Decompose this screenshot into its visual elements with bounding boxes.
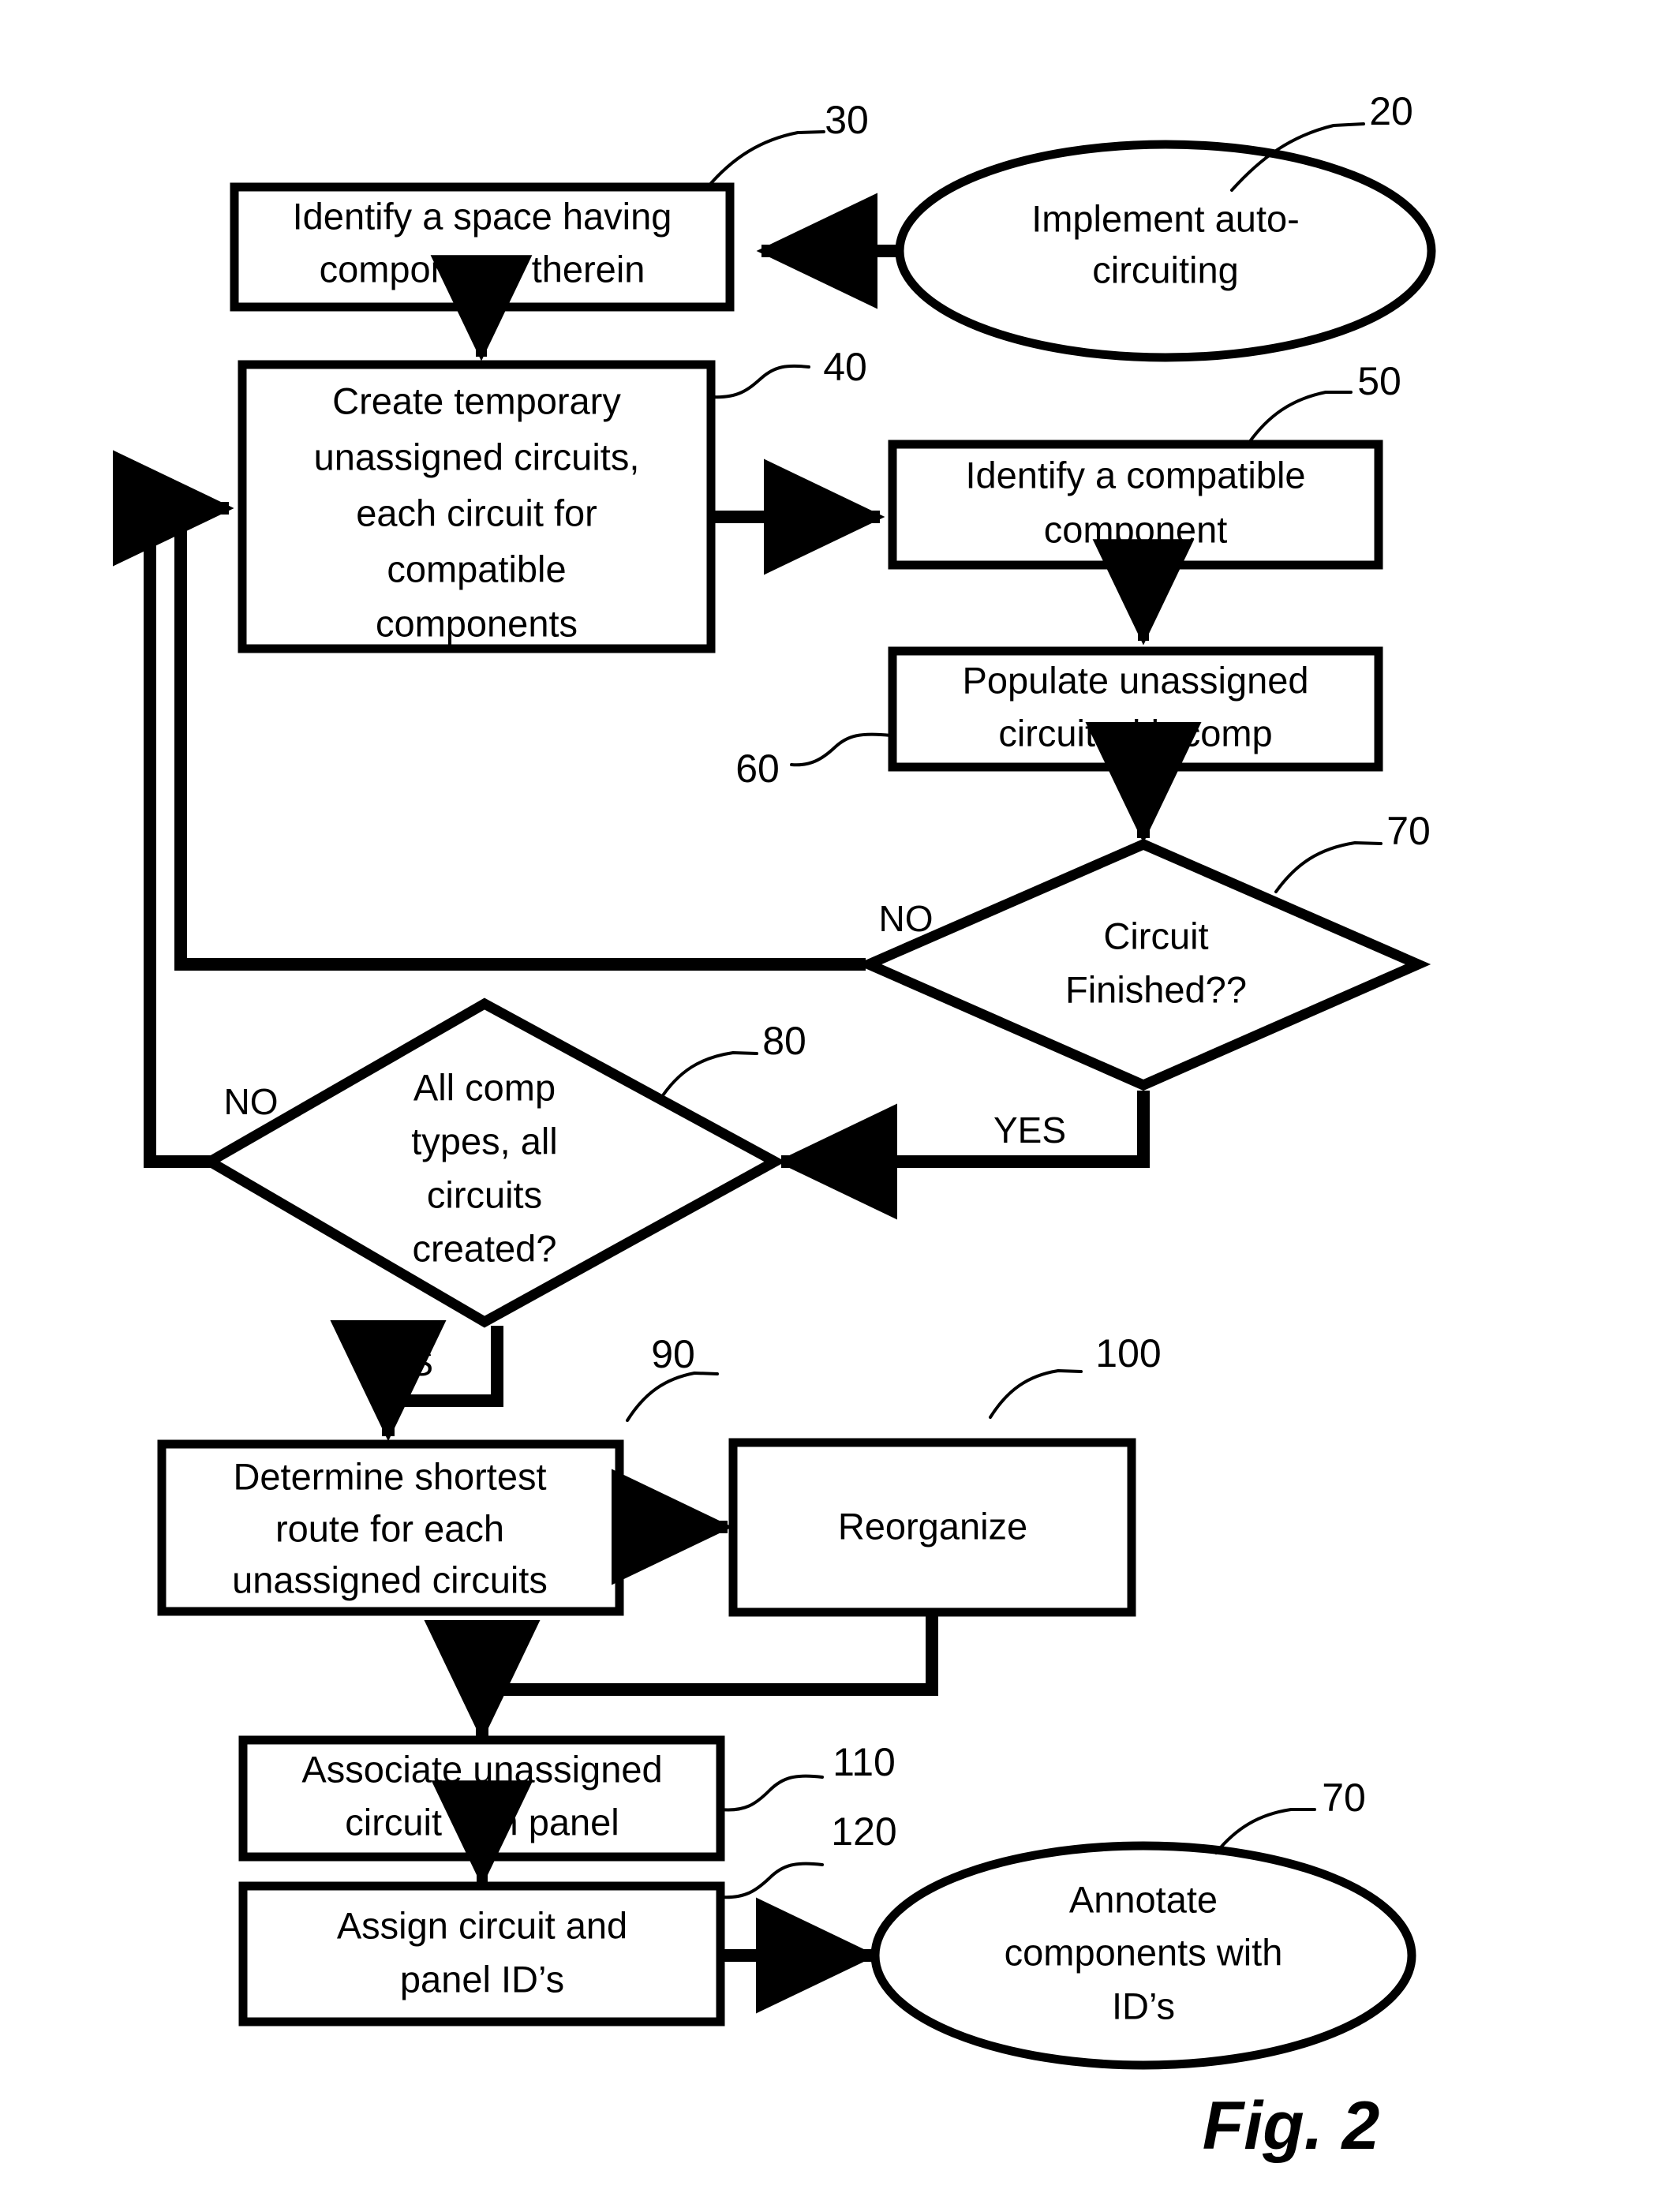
diamond-all-created: [200, 997, 786, 1328]
figure-canvas: Implement auto- circuiting Identify a sp…: [0, 0, 1680, 2208]
node-shortest-route-line-2: route for each: [275, 1507, 504, 1549]
node-create-line-4: compatible: [387, 548, 566, 589]
node-all-created-line-1: All comp: [413, 1066, 556, 1108]
node-create-line-5: components: [376, 602, 578, 644]
node-reorganize-label: Reorganize: [838, 1505, 1027, 1547]
ref-label-110: 110: [833, 1740, 896, 1784]
leader-line-ref-80: [658, 1050, 758, 1102]
node-identify-component-line-1: Identify a compatible: [965, 454, 1305, 496]
node-all-created-line-4: created?: [413, 1227, 557, 1269]
node-identify-component[interactable]: Identify a compatible component: [888, 440, 1383, 570]
node-all-created-line-3: circuits: [427, 1173, 542, 1215]
leader-line-ref-100: [989, 1368, 1083, 1419]
node-annotate-components[interactable]: Annotate components with ID’s: [870, 1841, 1416, 2070]
branch-label-circuit-finished-no: NO: [879, 898, 934, 939]
node-create-line-2: unassigned circuits,: [314, 436, 640, 477]
node-assign-ids[interactable]: Assign circuit and panel ID’s: [238, 1881, 725, 2026]
diamond-circuit-finished: [855, 838, 1431, 1091]
leader-line-ref-110: [719, 1774, 824, 1812]
node-all-created[interactable]: All comp types, all circuits created?: [200, 997, 786, 1328]
node-assign-ids-line-1: Assign circuit and: [337, 1904, 627, 1946]
edge-circuit-finished-yes-to-all-created: [776, 1091, 1150, 1220]
node-implement-auto-circuiting[interactable]: Implement auto- circuiting: [895, 140, 1436, 362]
node-populate-circuit[interactable]: Populate unassigned circuit with comp: [888, 646, 1383, 772]
leader-line-ref-90: [626, 1371, 719, 1422]
node-populate-line-2: circuit with comp: [998, 712, 1272, 754]
node-create-line-1: Create temporary: [332, 380, 621, 421]
branch-label-all-created-no: NO: [224, 1081, 279, 1122]
leader-line-ref-40: [709, 364, 810, 399]
leader-line-ref-30: [705, 130, 825, 189]
ref-label-60: 60: [735, 747, 780, 791]
node-circuit-finished[interactable]: Circuit Finished??: [855, 838, 1431, 1091]
node-identify-space[interactable]: Identify a space having components there…: [230, 182, 735, 312]
leader-line-ref-50: [1247, 391, 1353, 445]
branch-label-all-created-yes: YES: [361, 1342, 433, 1383]
node-assign-ids-line-2: panel ID’s: [400, 1958, 564, 2000]
leader-line-ref-70-decision: [1274, 840, 1383, 893]
leader-line-ref-60: [790, 732, 892, 767]
node-create-temp-circuits[interactable]: Create temporary unassigned circuits, ea…: [238, 360, 716, 653]
ref-label-70-decision: 70: [1386, 809, 1431, 853]
node-create-line-3: each circuit for: [356, 492, 597, 533]
ref-label-30: 30: [825, 98, 869, 142]
node-identify-space-line-1: Identify a space having: [293, 195, 672, 237]
node-shortest-route-line-1: Determine shortest: [233, 1455, 546, 1497]
ref-label-50: 50: [1357, 359, 1401, 403]
ref-label-40: 40: [823, 345, 867, 389]
node-associate-line-2: circuit with panel: [345, 1801, 619, 1843]
node-associate-line-1: Associate unassigned: [301, 1748, 662, 1790]
ref-label-100: 100: [1095, 1331, 1161, 1375]
node-reorganize[interactable]: Reorganize: [728, 1438, 1136, 1617]
leader-line-ref-120: [719, 1862, 824, 1899]
edge-all-created-no-loop: [112, 450, 234, 1168]
branch-label-circuit-finished-yes: YES: [993, 1110, 1066, 1151]
ref-label-120: 120: [831, 1809, 896, 1854]
leader-line-ref-70-end: [1214, 1808, 1316, 1854]
node-shortest-route[interactable]: Determine shortest route for each unassi…: [157, 1439, 624, 1616]
node-circuit-finished-line-1: Circuit: [1103, 915, 1208, 956]
node-circuit-finished-line-2: Finished??: [1065, 968, 1247, 1010]
node-populate-line-1: Populate unassigned: [962, 659, 1308, 701]
flowchart-svg: Implement auto- circuiting Identify a sp…: [112, 89, 1436, 2164]
node-identify-component-line-2: component: [1044, 508, 1228, 550]
node-implement-line-1: Implement auto-: [1031, 197, 1300, 239]
node-shortest-route-line-3: unassigned circuits: [232, 1559, 548, 1600]
node-associate-panel[interactable]: Associate unassigned circuit with panel: [238, 1735, 725, 1862]
node-annotate-line-3: ID’s: [1112, 1985, 1175, 2026]
node-annotate-line-2: components with: [1005, 1931, 1283, 1973]
figure-caption: Fig. 2: [1203, 2088, 1380, 2164]
ref-label-90: 90: [651, 1332, 695, 1376]
ref-label-80: 80: [762, 1019, 806, 1063]
edge-reorganize-to-associate: [424, 1610, 938, 1742]
node-annotate-line-1: Annotate: [1069, 1878, 1218, 1920]
node-all-created-line-2: types, all: [411, 1120, 557, 1162]
ref-label-20: 20: [1369, 89, 1413, 133]
node-identify-space-line-2: components therein: [320, 248, 645, 290]
ref-label-70-end: 70: [1322, 1776, 1366, 1820]
node-implement-line-2: circuiting: [1092, 249, 1238, 290]
